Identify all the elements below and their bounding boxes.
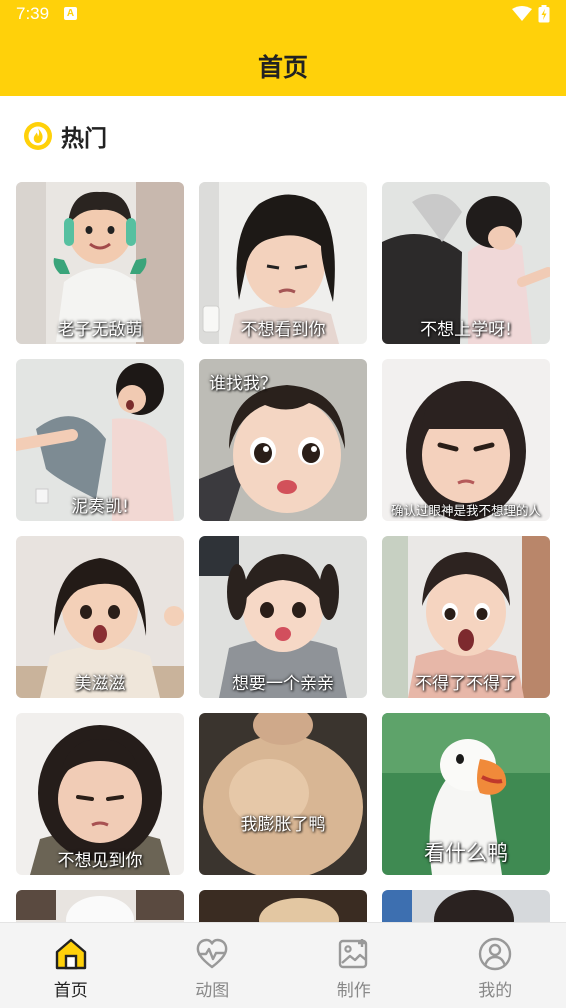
sticker-tile[interactable]: 不得了不得了: [382, 536, 550, 698]
sticker-tile[interactable]: 谁找我？: [199, 359, 367, 521]
heart-pulse-icon: [196, 938, 228, 969]
tab-label: 动图: [195, 981, 230, 1001]
bottom-tab-bar: 首页 动图 制作 我的: [0, 922, 566, 1008]
sticker-tile[interactable]: 不想上学呀!: [382, 182, 550, 344]
sticker-tile[interactable]: 不想看到你: [199, 182, 367, 344]
home-icon: [55, 938, 86, 970]
sticker-image: [16, 890, 184, 922]
sticker-caption: 我膨胀了鸭: [240, 815, 326, 835]
sticker-tile[interactable]: 老子无敌萌: [16, 182, 184, 344]
sticker-caption: 确认过眼神是我不想理的人: [390, 503, 541, 518]
status-bar: 7:39 A: [0, 0, 566, 28]
sticker-caption: 老子无敌萌: [57, 320, 143, 340]
page-title: 首页: [257, 53, 308, 82]
sticker-caption: 不想上学呀!: [420, 320, 512, 340]
sticker-tile[interactable]: 看什么鸭: [382, 713, 550, 875]
sticker-caption: 看什么鸭: [424, 841, 508, 865]
sticker-image: [382, 359, 550, 521]
sticker-tile[interactable]: [199, 890, 367, 922]
notification-icon: A: [64, 7, 77, 20]
tab-home[interactable]: 首页: [0, 923, 142, 1008]
sticker-tile[interactable]: 确认过眼神是我不想理的人: [382, 359, 550, 521]
sticker-tile[interactable]: [382, 890, 550, 922]
tab-animated[interactable]: 动图: [142, 923, 284, 1008]
sticker-caption: 不得了不得了: [415, 674, 517, 694]
sticker-caption: 美滋滋: [74, 674, 126, 694]
sticker-image: [199, 890, 367, 922]
app-header: 首页: [0, 28, 566, 96]
sticker-caption: 谁找我？: [209, 374, 277, 394]
sticker-caption: 不想看到你: [240, 320, 326, 340]
sticker-tile[interactable]: 想要一个亲亲: [199, 536, 367, 698]
tab-label: 制作: [336, 981, 371, 1001]
sticker-caption: 不想见到你: [57, 851, 143, 871]
flame-icon: [24, 122, 52, 150]
tab-mine[interactable]: 我的: [425, 923, 566, 1008]
tab-label: 首页: [53, 981, 88, 1001]
section-title: 热门: [61, 126, 107, 152]
status-time: 7:39: [16, 4, 50, 23]
tab-create[interactable]: 制作: [283, 923, 425, 1008]
sticker-caption: 想要一个亲亲: [232, 674, 334, 694]
sticker-grid: 老子无敌萌 不想看到你 不想上学呀! 泥奏凯! 谁找我？ 确认过眼神是我不想理的…: [16, 182, 550, 922]
sticker-tile[interactable]: [16, 890, 184, 922]
user-icon: [479, 937, 512, 971]
sticker-tile[interactable]: 我膨胀了鸭: [199, 713, 367, 875]
section-header: 热门: [24, 120, 107, 152]
image-edit-icon: [338, 939, 367, 969]
sticker-image: [199, 713, 367, 875]
tab-label: 我的: [478, 981, 513, 1001]
sticker-tile[interactable]: 不想见到你: [16, 713, 184, 875]
sticker-image: [382, 890, 550, 922]
battery-icon: [538, 5, 550, 23]
wifi-icon: [512, 6, 532, 21]
sticker-tile[interactable]: 美滋滋: [16, 536, 184, 698]
sticker-tile[interactable]: 泥奏凯!: [16, 359, 184, 521]
sticker-caption: 泥奏凯!: [71, 497, 129, 517]
